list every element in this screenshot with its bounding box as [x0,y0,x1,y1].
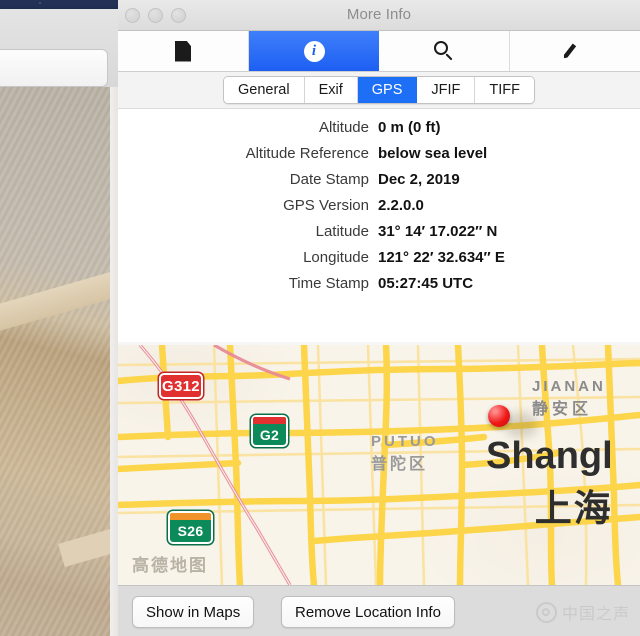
bottom-bar: Show in Maps Remove Location Info 中国之声 [118,585,640,636]
map-label-shanghai: Shangl 上海 [486,435,613,532]
metadata-row: Latitude 31° 14′ 17.022″ N [118,223,640,249]
metadata-key: Latitude [118,223,378,240]
metadata-row: Date Stamp Dec 2, 2019 [118,171,640,197]
toolbar-button-info[interactable]: i [249,31,379,71]
toolbar: i [118,31,640,72]
map-label-en: PUTUO [371,433,439,450]
background-photo-thumbnail [0,87,110,636]
location-map[interactable]: G312 G2 S26 JIANAN 静安区 PUTUO 普陀区 Shangl … [118,345,640,585]
background-window-field[interactable] [0,49,108,87]
metadata-row: Altitude 0 m (0 ft) [118,119,640,145]
show-in-maps-button[interactable]: Show in Maps [132,596,254,628]
metadata-value: 0 m (0 ft) [378,119,441,136]
window-controls[interactable] [125,8,186,23]
metadata-key: Time Stamp [118,275,378,292]
road-shield-s26: S26 [168,511,213,544]
close-button[interactable] [125,8,140,23]
location-pin[interactable] [488,405,510,427]
tab-general[interactable]: General [224,77,305,103]
background-window[interactable] [0,9,119,636]
tab-gps[interactable]: GPS [358,77,418,103]
minimize-button[interactable] [148,8,163,23]
metadata-value: 05:27:45 UTC [378,275,473,292]
map-label-en: Shangl [486,435,613,478]
weibo-eye-icon [533,599,559,625]
road-shield-label: G2 [253,424,286,445]
window-title: More Info [118,0,640,30]
map-label-putuo: PUTUO 普陀区 [371,433,439,474]
road-shield-label: G312 [162,378,200,395]
remove-location-info-button[interactable]: Remove Location Info [281,596,455,628]
metadata-row: GPS Version 2.2.0.0 [118,197,640,223]
map-label-en: JIANAN [532,378,606,395]
title-bar[interactable]: More Info [118,0,640,31]
zoom-button[interactable] [171,8,186,23]
metadata-row: Time Stamp 05:27:45 UTC [118,275,640,301]
metadata-value: 31° 14′ 17.022″ N [378,223,497,240]
tab-bar: General Exif GPS JFIF TIFF [118,72,640,109]
shield-cap [253,417,286,424]
pencil-icon [564,40,586,62]
toolbar-button-search[interactable] [379,31,510,71]
metadata-value: 2.2.0.0 [378,197,424,214]
metadata-key: Date Stamp [118,171,378,188]
metadata-row: Longitude 121° 22′ 32.634″ E [118,249,640,275]
toolbar-button-markup[interactable] [510,31,640,71]
tab-jfif[interactable]: JFIF [417,77,475,103]
map-label-jianan: JIANAN 静安区 [532,378,606,419]
map-label-zh: 上海 [486,478,613,532]
toolbar-button-document[interactable] [118,31,249,71]
metadata-key: Altitude Reference [118,145,378,162]
road-shield-label: S26 [170,520,211,542]
tab-tiff[interactable]: TIFF [475,77,534,103]
metadata-key: Longitude [118,249,378,266]
shield-cap [170,513,211,520]
metadata-key: GPS Version [118,197,378,214]
metadata-value: 121° 22′ 32.634″ E [378,249,505,266]
map-attribution: 高德地图 [132,551,208,576]
metadata-row: Altitude Reference below sea level [118,145,640,171]
metadata-key: Altitude [118,119,378,136]
weibo-watermark: 中国之声 [536,600,630,624]
background-window-toolbar [0,9,118,87]
info-icon: i [304,41,325,62]
road-shield-g2: G2 [251,415,288,447]
gps-metadata-list: Altitude 0 m (0 ft) Altitude Reference b… [118,109,640,342]
tab-exif[interactable]: Exif [305,77,358,103]
metadata-value: below sea level [378,145,487,162]
map-label-zh: 静安区 [532,395,606,419]
tab-segmented-control[interactable]: General Exif GPS JFIF TIFF [223,76,535,104]
map-label-zh: 普陀区 [371,450,439,474]
road-shield-g312: G312 [159,373,203,399]
search-icon [434,41,454,61]
metadata-value: Dec 2, 2019 [378,171,460,188]
more-info-window[interactable]: More Info i General Exif GPS JFIF TIFF A… [118,0,640,636]
watermark-text: 中国之声 [562,600,630,624]
background-window-edge [110,87,118,636]
document-icon [175,41,191,62]
